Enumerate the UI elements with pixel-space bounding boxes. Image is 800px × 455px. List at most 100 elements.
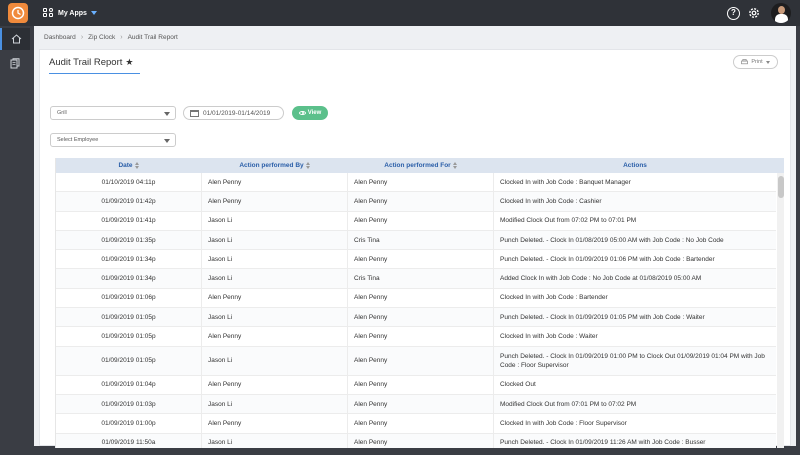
cell-performed-by: Jason Li — [202, 250, 348, 269]
app-logo-icon[interactable] — [8, 3, 28, 23]
cell-action: Clocked In with Job Code : Bartender — [500, 294, 608, 302]
cell-action: Punch Deleted. - Clock In 01/09/2019 01:… — [500, 255, 715, 263]
star-icon[interactable]: ★ — [125, 57, 133, 67]
gear-icon[interactable] — [747, 6, 761, 20]
cell-date: 01/10/2019 04:11p — [56, 173, 202, 192]
breadcrumb-dashboard[interactable]: Dashboard — [44, 34, 76, 41]
cell-date: 01/09/2019 01:34p — [56, 269, 202, 288]
cell-performed-by: Alen Penny — [202, 173, 348, 192]
scrollbar-thumb[interactable] — [778, 176, 784, 198]
cell-action: Modified Clock Out from 07:02 PM to 07:0… — [500, 217, 637, 225]
home-nav-item[interactable] — [0, 28, 30, 50]
col-for-header[interactable]: Action performed For — [348, 158, 494, 173]
top-bar: My Apps ? — [0, 0, 800, 26]
table-row: 01/09/2019 01:35p Jason Li Cris Tina Punch … — [56, 230, 776, 251]
chevron-right-icon: › — [80, 33, 84, 41]
cell-performed-for: Alen Penny — [348, 211, 494, 230]
help-icon[interactable]: ? — [727, 7, 740, 20]
cell-performed-for: Alen Penny — [348, 173, 494, 192]
cell-performed-by: Alen Penny — [202, 288, 348, 308]
my-apps-label: My Apps — [58, 9, 87, 17]
date-range-value: 01/01/2019-01/14/2019 — [203, 109, 271, 117]
col-actions-label: Actions — [623, 162, 647, 169]
cell-action: Punch Deleted. - Clock In 01/09/2019 01:… — [500, 352, 765, 369]
left-sidebar — [0, 26, 30, 455]
table-row: 01/09/2019 01:05p Alen Penny Alen Penny Clo… — [56, 327, 776, 347]
location-select[interactable]: Grill — [50, 106, 176, 120]
cell-date: 01/09/2019 01:34p — [56, 250, 202, 269]
location-value: Grill — [57, 110, 67, 116]
breadcrumb-current: Audit Trail Report — [127, 33, 178, 41]
print-label: Print — [751, 59, 763, 65]
report-card: Audit Trail Report ★ Print Grill 01/01/2… — [39, 49, 791, 448]
chevron-down-icon — [90, 11, 97, 15]
sort-icon — [452, 162, 458, 169]
table-header: Date Action performed By Action performe… — [56, 158, 784, 173]
table-row: 01/09/2019 01:05p Jason Li Alen Penny Punch… — [56, 346, 776, 376]
cell-date: 01/09/2019 01:03p — [56, 394, 202, 414]
col-by-label: Action performed By — [239, 162, 304, 169]
table-row: 01/09/2019 01:03p Jason Li Alen Penny Modif… — [56, 394, 776, 415]
col-date-label: Date — [118, 162, 133, 169]
user-avatar[interactable] — [771, 3, 791, 23]
apps-grid-icon — [43, 8, 54, 18]
cell-performed-by: Jason Li — [202, 346, 348, 375]
eye-icon — [298, 111, 306, 115]
cell-performed-by: Alen Penny — [202, 192, 348, 211]
cell-date: 01/09/2019 11:50a — [56, 433, 202, 448]
cell-action: Clocked In with Job Code : Banquet Manag… — [500, 178, 631, 186]
document-icon — [10, 57, 20, 68]
cell-date: 01/09/2019 01:35p — [56, 230, 202, 250]
cell-performed-for: Alen Penny — [348, 327, 494, 346]
cell-performed-by: Jason Li — [202, 230, 348, 250]
audit-table: Date Action performed By Action performe… — [55, 158, 784, 448]
table-body: 01/10/2019 04:11p Alen Penny Alen Penny Clo… — [56, 173, 776, 448]
cell-performed-for: Alen Penny — [348, 414, 494, 433]
sort-icon — [134, 162, 140, 169]
cell-date: 01/09/2019 01:06p — [56, 288, 202, 308]
page-title: Audit Trail Report — [49, 57, 123, 68]
cell-performed-by: Jason Li — [202, 308, 348, 327]
page-title-wrap: Audit Trail Report ★ — [49, 57, 140, 74]
cell-action: Clocked Out — [500, 381, 536, 389]
table-row: 01/10/2019 04:11p Alen Penny Alen Penny Clo… — [56, 173, 776, 193]
cell-performed-for: Alen Penny — [348, 346, 494, 375]
table-row: 01/09/2019 01:05p Jason Li Alen Penny Punch… — [56, 308, 776, 328]
cell-performed-for: Cris Tina — [348, 269, 494, 288]
cell-performed-by: Jason Li — [202, 211, 348, 230]
cell-action: Clocked In with Job Code : Cashier — [500, 197, 602, 205]
cell-performed-by: Jason Li — [202, 269, 348, 288]
date-range-input[interactable]: 01/01/2019-01/14/2019 — [183, 106, 284, 120]
reports-nav-item[interactable] — [0, 52, 30, 74]
cell-action: Punch Deleted. - Clock In 01/09/2019 01:… — [500, 313, 705, 321]
view-label: View — [307, 110, 322, 116]
chevron-down-icon — [164, 112, 170, 116]
table-row: 01/09/2019 01:06p Alen Penny Alen Penny Clo… — [56, 288, 776, 309]
cell-performed-for: Alen Penny — [348, 308, 494, 327]
sort-icon — [305, 162, 311, 169]
col-by-header[interactable]: Action performed By — [202, 158, 348, 173]
print-button[interactable]: Print — [733, 55, 778, 69]
col-date-header[interactable]: Date — [56, 158, 202, 173]
printer-icon — [741, 59, 749, 65]
table-scrollbar[interactable] — [777, 173, 784, 448]
cell-date: 01/09/2019 01:05p — [56, 327, 202, 346]
cell-action: Clocked In with Job Code : Waiter — [500, 333, 598, 341]
cell-performed-by: Alen Penny — [202, 327, 348, 346]
table-row: 01/09/2019 01:04p Alen Penny Alen Penny Clo… — [56, 375, 776, 395]
chevron-right-icon: › — [120, 33, 123, 41]
cell-date: 01/09/2019 01:00p — [56, 414, 202, 433]
chevron-down-icon — [765, 60, 770, 64]
cell-performed-for: Alen Penny — [348, 288, 494, 308]
cell-date: 01/09/2019 01:05p — [56, 308, 202, 327]
view-button[interactable]: View — [292, 106, 328, 120]
employee-select[interactable]: Select Employee — [50, 133, 176, 147]
breadcrumb-zip-clock[interactable]: Zip Clock — [88, 34, 115, 41]
cell-performed-by: Jason Li — [202, 394, 348, 414]
cell-action: Punch Deleted. - Clock In 01/09/2019 11:… — [500, 439, 706, 447]
cell-performed-for: Alen Penny — [348, 394, 494, 414]
my-apps-menu[interactable]: My Apps — [43, 6, 97, 20]
cell-performed-by: Alen Penny — [202, 375, 348, 394]
cell-performed-for: Alen Penny — [348, 433, 494, 448]
employee-placeholder: Select Employee — [57, 137, 99, 143]
